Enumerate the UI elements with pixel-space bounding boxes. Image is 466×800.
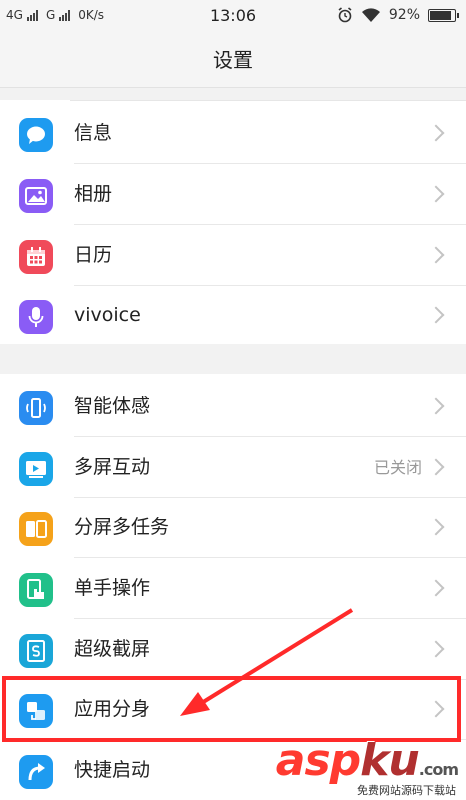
- chevron-right-icon: [427, 640, 445, 658]
- settings-item-label: 相册: [74, 183, 113, 205]
- one-hand-icon: [19, 573, 53, 607]
- top-divider: [70, 100, 466, 101]
- watermark-subtitle: 免费网站源码下载站: [357, 784, 456, 797]
- calendar-icon: [19, 240, 53, 274]
- settings-item-smart-motion[interactable]: 智能体感: [0, 376, 466, 437]
- chevron-right-icon: [427, 185, 445, 203]
- settings-item-label: 多屏互动: [74, 456, 151, 478]
- settings-item-label: 日历: [74, 244, 113, 266]
- settings-item-label: 智能体感: [74, 395, 151, 417]
- status-label: 已关闭: [373, 458, 422, 477]
- chevron-right-icon: [427, 124, 445, 142]
- microphone-icon: [19, 300, 53, 334]
- watermark-accent: ku: [360, 735, 420, 786]
- settings-item-split-screen[interactable]: 分屏多任务: [0, 497, 466, 558]
- watermark-main: asp: [275, 735, 361, 786]
- settings-item-multi-screen[interactable]: 多屏互动 已关闭: [0, 437, 466, 498]
- quick-launch-icon: [19, 755, 53, 789]
- status-bar: 4G G 0K/s 13:06 92%: [0, 0, 466, 32]
- battery-icon: [428, 8, 459, 22]
- settings-item-label: vivoice: [74, 304, 141, 326]
- message-icon: [19, 118, 53, 152]
- chevron-right-icon: [427, 246, 445, 264]
- watermark-suffix: .com: [418, 760, 459, 779]
- split-screen-icon: [19, 512, 53, 546]
- chevron-right-icon: [427, 458, 445, 476]
- phone-motion-icon: [19, 391, 53, 425]
- screenshot-icon: [19, 634, 53, 668]
- settings-item-gallery[interactable]: 相册: [0, 164, 466, 225]
- gallery-icon: [19, 179, 53, 213]
- settings-item-label: 单手操作: [74, 577, 151, 599]
- wifi-icon: [361, 7, 380, 22]
- settings-item-super-screenshot[interactable]: 超级截屏: [0, 619, 466, 680]
- status-right: 92%: [337, 7, 459, 23]
- chevron-right-icon: [427, 306, 445, 324]
- settings-item-label: 信息: [74, 122, 113, 144]
- settings-item-calendar[interactable]: 日历: [0, 225, 466, 286]
- chevron-right-icon: [427, 579, 445, 597]
- settings-item-one-hand[interactable]: 单手操作: [0, 558, 466, 619]
- battery-percent: 92%: [388, 7, 420, 23]
- watermark-logo: aspku.com: [275, 735, 459, 786]
- settings-item-messages[interactable]: 信息: [0, 103, 466, 164]
- settings-item-label: 快捷启动: [74, 759, 151, 781]
- highlight-box: [2, 676, 461, 742]
- alarm-icon: [338, 7, 352, 23]
- settings-item-label: 分屏多任务: [74, 516, 170, 538]
- settings-item-vivoice[interactable]: vivoice: [0, 285, 466, 346]
- settings-item-label: 超级截屏: [74, 638, 151, 660]
- chevron-right-icon: [427, 518, 445, 536]
- chevron-right-icon: [427, 397, 445, 415]
- multi-screen-icon: [19, 452, 53, 486]
- page-title: 设置: [0, 32, 466, 88]
